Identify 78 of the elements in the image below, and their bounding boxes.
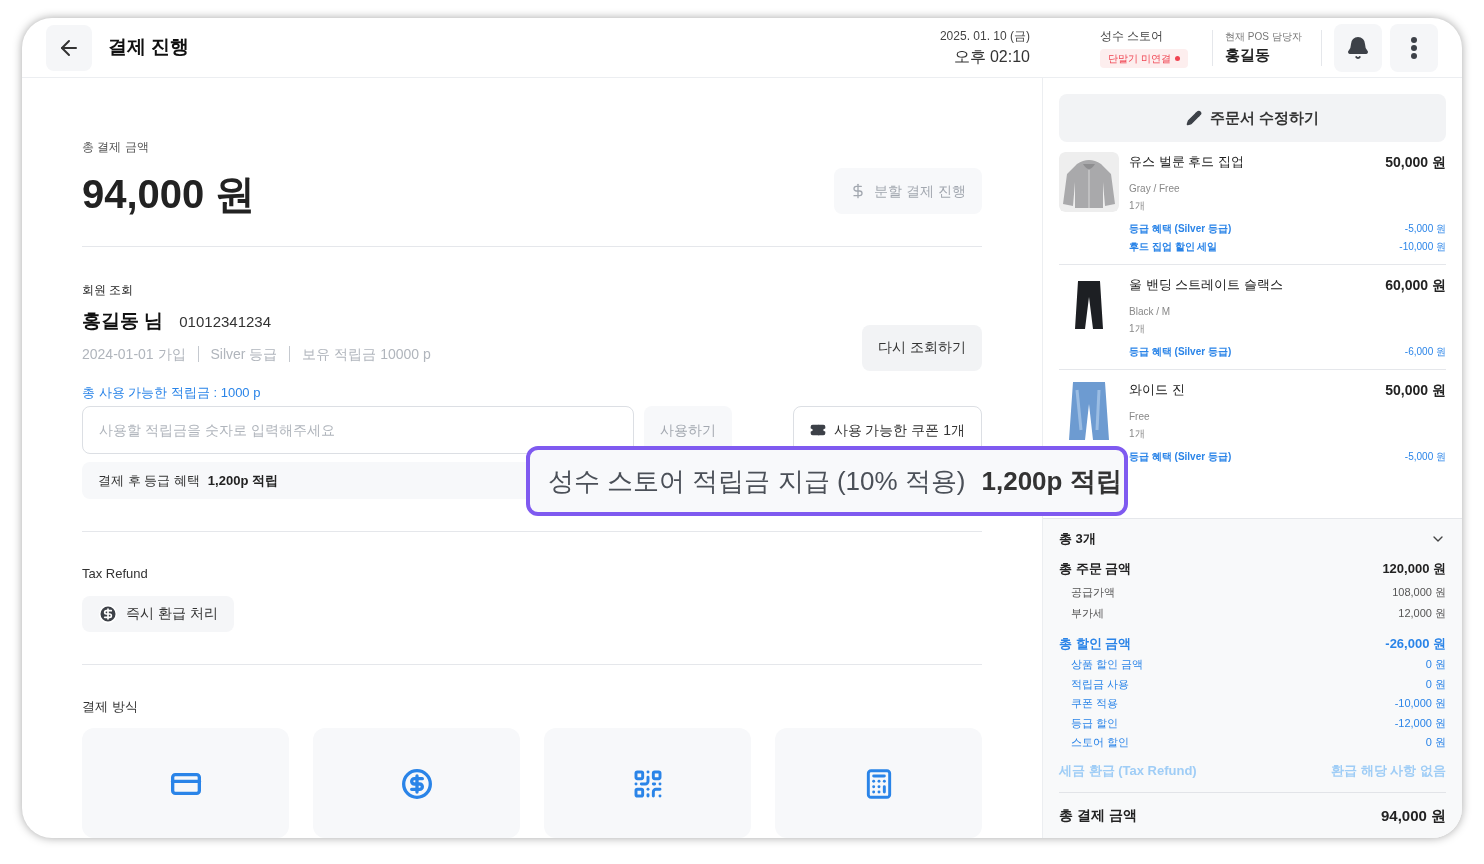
- notifications-button[interactable]: [1334, 23, 1382, 72]
- pos-manager-label: 현재 POS 담당자: [1225, 29, 1303, 44]
- discount-label: 후드 집업 할인 세일: [1129, 240, 1218, 254]
- total-amount: 94,000 원: [82, 174, 256, 214]
- discount-sub-label: 스토어 할인: [1071, 735, 1130, 750]
- discount-label: 등급 혜택 (Silver 등급): [1129, 222, 1232, 236]
- discount-sub-value: 0 원: [1425, 735, 1446, 750]
- edit-order-button[interactable]: 주문서 수정하기: [1059, 94, 1446, 142]
- summary-label: 총 주문 금액: [1059, 560, 1132, 578]
- terminal-status-badge: 단말기 미연결: [1100, 49, 1188, 68]
- date-text: 2025. 01. 10 (금): [939, 27, 1030, 45]
- product-name: 와이드 진: [1129, 381, 1185, 399]
- discount-amount: -6,000 원: [1404, 345, 1446, 359]
- benefit-label: 결제 후 등급 혜택: [98, 471, 200, 490]
- benefit-value: 1,200p 적립: [207, 471, 278, 490]
- item-count: 총 3개: [1059, 530, 1096, 549]
- grand-total-label: 총 결제 금액: [1059, 806, 1137, 825]
- discount-sub-value: 0 원: [1425, 676, 1446, 692]
- payment-method-label: 결제 방식: [82, 697, 139, 716]
- discount-amount: -5,000 원: [1404, 222, 1446, 236]
- discount-sub-label: 적립금 사용: [1071, 676, 1130, 692]
- pos-manager-name: 홍길동: [1225, 44, 1271, 65]
- discount-sub-label: 등급 할인: [1071, 715, 1119, 731]
- discount-label: 등급 혜택 (Silver 등급): [1129, 450, 1232, 464]
- discount-sub-value: -10,000 원: [1394, 696, 1446, 711]
- tax-refund-summary-label: 세금 환급 (Tax Refund): [1059, 761, 1197, 780]
- product-quantity: 1개: [1129, 199, 1146, 213]
- discount-amount: -5,000 원: [1404, 450, 1446, 464]
- member-phone: 01012341234: [179, 312, 272, 332]
- requery-button[interactable]: 다시 조회하기: [862, 324, 982, 371]
- callout-value: 1,200p 적립: [981, 464, 1122, 498]
- tax-refund-label: Tax Refund: [82, 565, 149, 584]
- available-points-text: 총 사용 가능한 적립금 : 1000 p: [82, 383, 262, 402]
- dollar-coin-icon: [400, 768, 433, 800]
- pencil-icon: [1185, 110, 1202, 126]
- instant-refund-button[interactable]: 즉시 환급 처리: [82, 595, 234, 632]
- product-price: 60,000 원: [1385, 276, 1446, 295]
- product-quantity: 1개: [1129, 322, 1146, 336]
- points-input-field[interactable]: 사용할 적립금을 숫자로 입력해주세요: [82, 406, 634, 454]
- product-price: 50,000 원: [1385, 381, 1446, 400]
- member-section-label: 회원 조회: [82, 282, 135, 299]
- member-info-text: 2024-01-01 가입: [82, 344, 186, 364]
- product-option: Free: [1129, 409, 1446, 424]
- time-text: 오후 02:10: [953, 46, 1030, 67]
- discount-label: 등급 혜택 (Silver 등급): [1129, 345, 1232, 359]
- summary-sub-label: 부가세: [1071, 606, 1104, 621]
- discount-total-label: 총 할인 금액: [1059, 634, 1132, 653]
- member-name: 홍길동 님: [82, 309, 164, 333]
- product-option: Black / M: [1129, 304, 1446, 319]
- discount-sub-value: -12,000 원: [1394, 715, 1446, 731]
- page-title: 결제 진행: [108, 35, 190, 60]
- back-button[interactable]: [46, 24, 92, 71]
- member-info-text: Silver 등급: [210, 344, 278, 364]
- summary-value: 120,000 원: [1382, 560, 1446, 578]
- more-icon: [1411, 36, 1417, 59]
- product-name: 울 밴딩 스트레이트 슬랙스: [1129, 276, 1283, 294]
- tax-refund-summary-value: 환급 해당 사항 없음: [1331, 761, 1446, 780]
- summary-sub-value: 108,000 원: [1392, 584, 1446, 600]
- store-name: 성수 스토어: [1100, 28, 1164, 45]
- summary-sub-label: 공급가액: [1071, 584, 1115, 600]
- member-info-text: 보유 적립금 10000 p: [302, 344, 431, 364]
- callout-text: 성수 스토어 적립금 지급 (10% 적용): [548, 464, 966, 498]
- product-quantity: 1개: [1129, 427, 1146, 441]
- discount-sub-value: 0 원: [1425, 657, 1446, 672]
- grand-total-value: 94,000 원: [1380, 806, 1446, 826]
- product-option: Gray / Free: [1129, 181, 1446, 196]
- product-name: 유스 벌룬 후드 집업: [1129, 153, 1244, 171]
- discount-sub-label: 쿠폰 적용: [1071, 696, 1119, 711]
- summary-sub-value: 12,000 원: [1398, 606, 1446, 621]
- discount-sub-label: 상품 할인 금액: [1071, 657, 1144, 672]
- ticket-icon: [809, 422, 826, 438]
- dollar-coin-icon: [98, 603, 118, 624]
- discount-amount: -10,000 원: [1399, 240, 1446, 254]
- bell-icon: [1346, 35, 1370, 60]
- discount-total-value: -26,000 원: [1385, 634, 1446, 653]
- more-menu-button[interactable]: [1390, 23, 1438, 72]
- product-price: 50,000 원: [1385, 153, 1446, 172]
- total-amount-label: 총 결제 금액: [82, 139, 150, 156]
